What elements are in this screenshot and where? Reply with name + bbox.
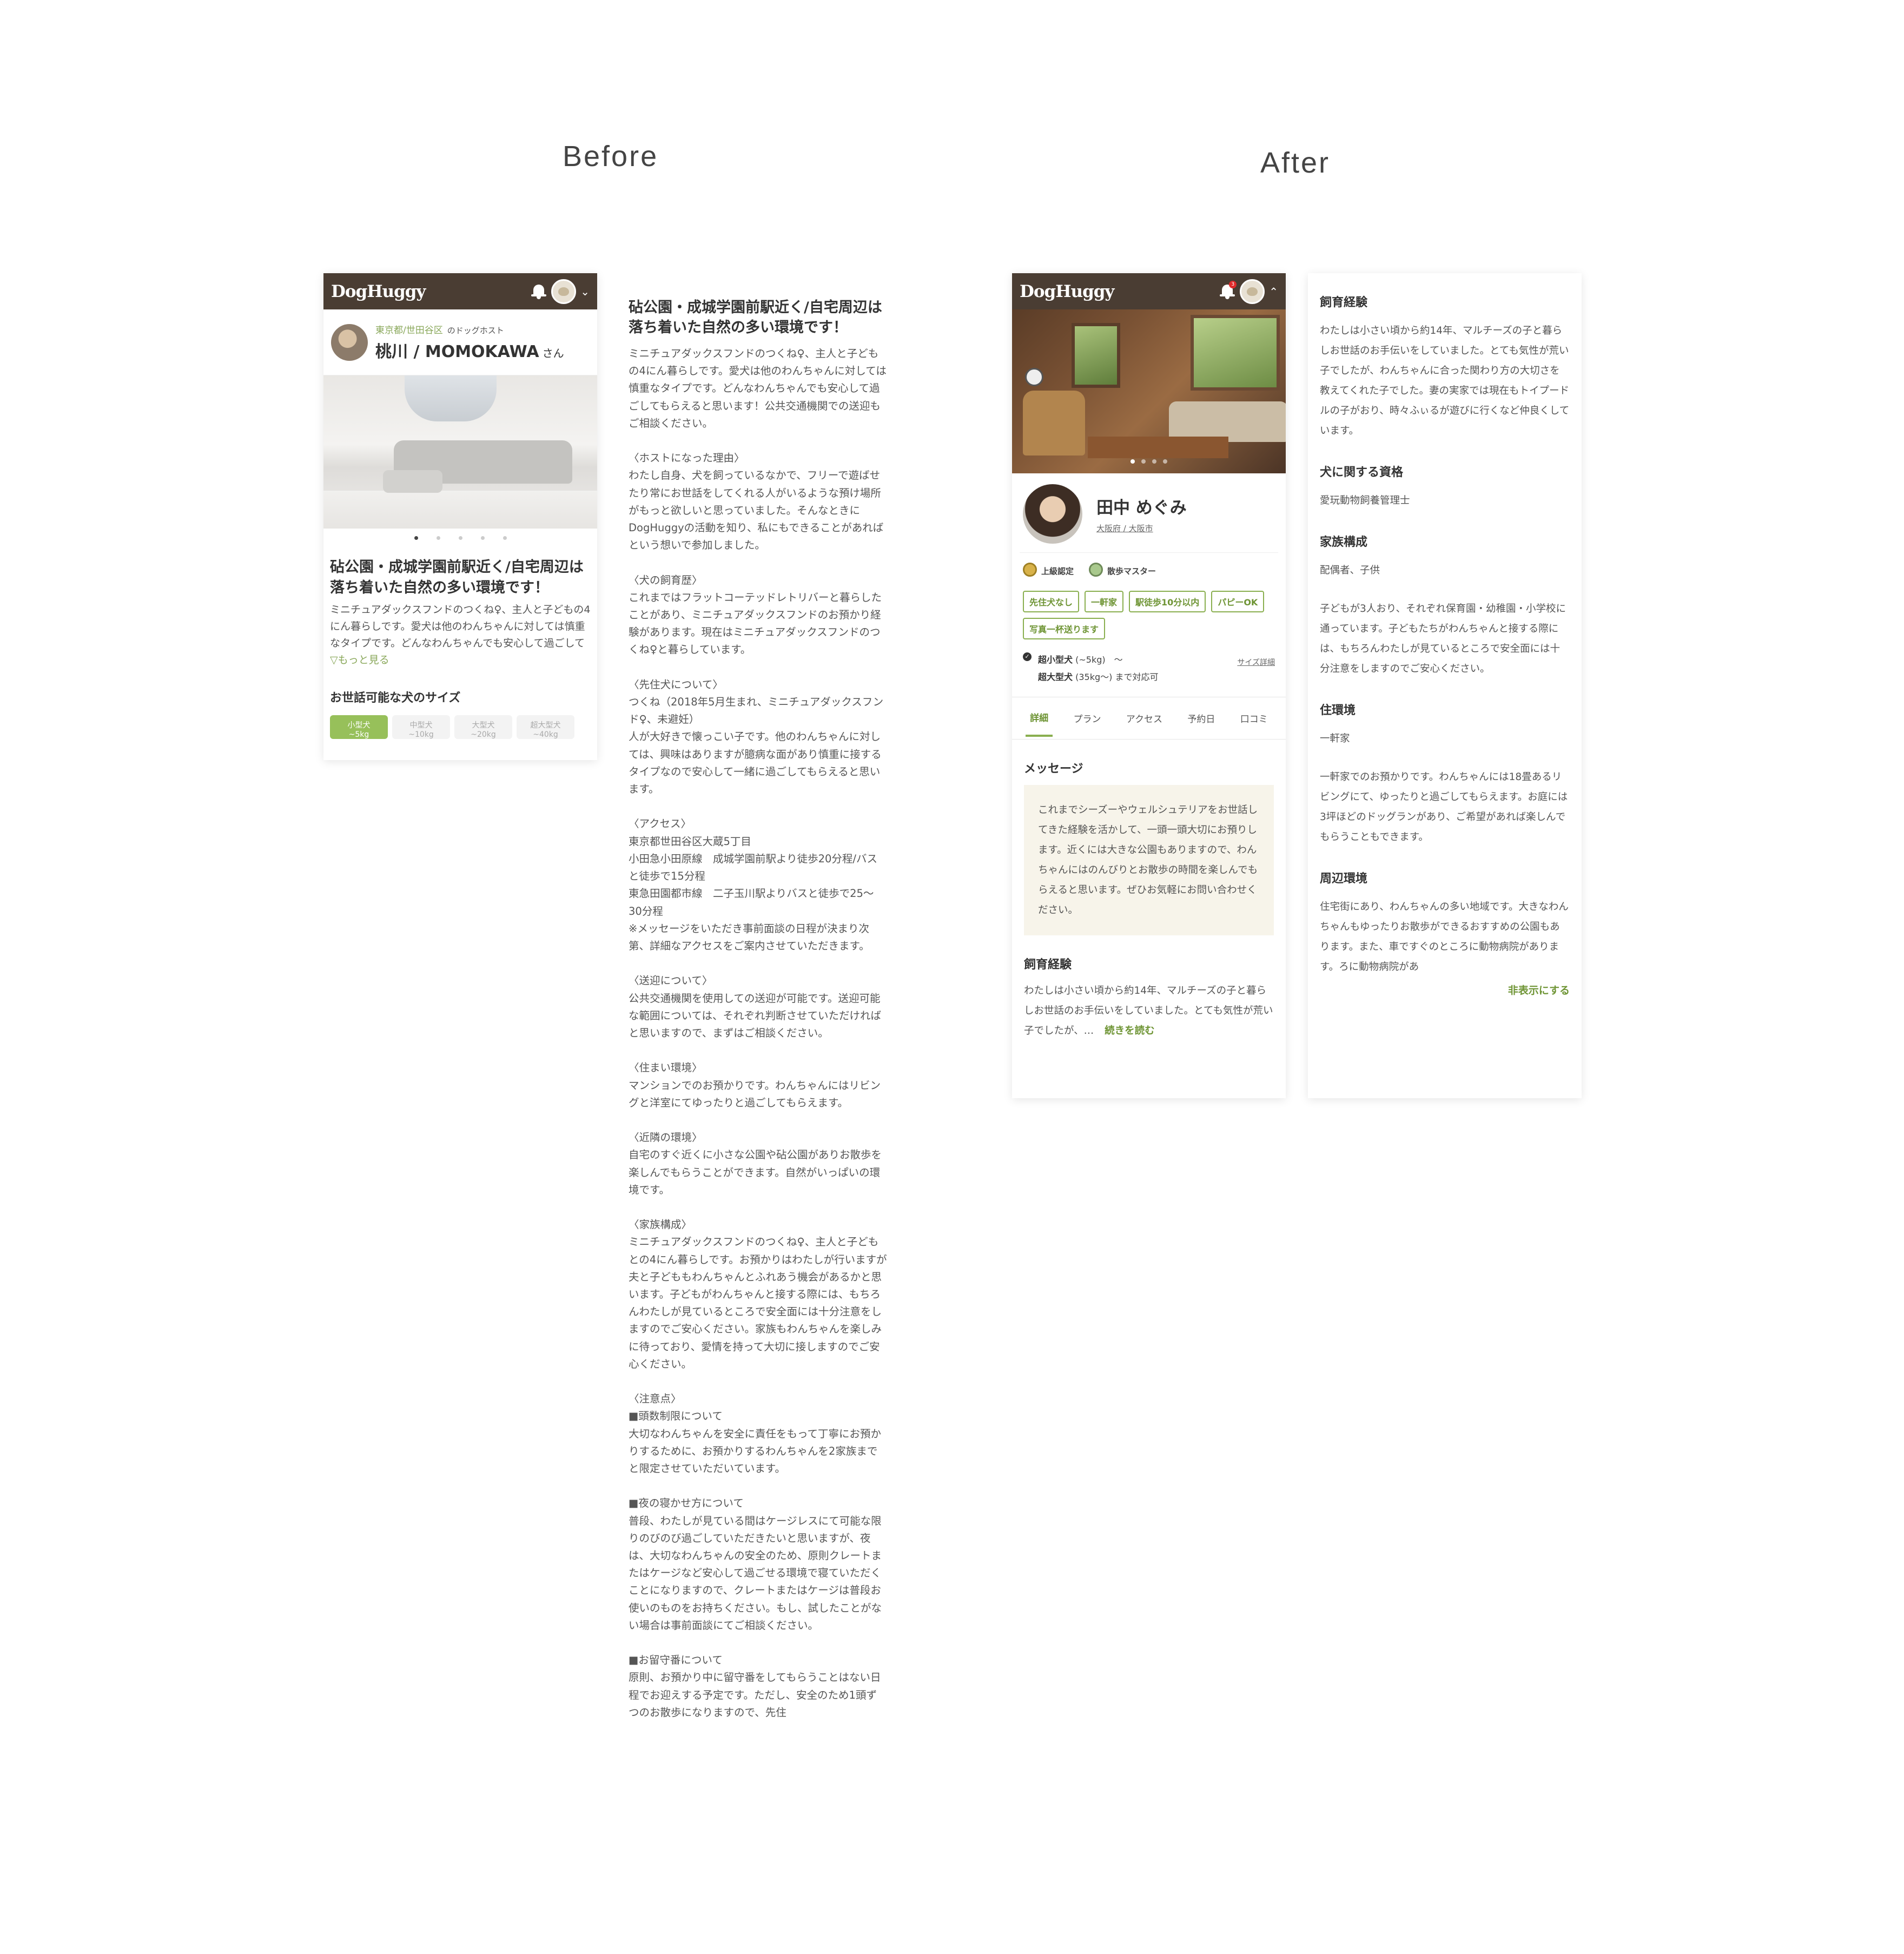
chevron-up-icon[interactable]: ⌃ bbox=[1269, 285, 1278, 298]
carousel-dots bbox=[1012, 459, 1286, 464]
badge-advanced: 上級認定 bbox=[1023, 563, 1074, 579]
size-tab-xlarge[interactable]: 超大型犬 ~40kg bbox=[517, 715, 574, 739]
qualification-text: 愛玩動物飼養管理士 bbox=[1320, 495, 1410, 506]
size-tab-large[interactable]: 大型犬 ~20kg bbox=[454, 715, 512, 739]
size-heading: お世話可能な犬のサイズ bbox=[330, 691, 461, 705]
house-note: 一軒家でのお預かりです。わんちゃんには18畳あるリビングにて、ゆったりと過ごして… bbox=[1320, 771, 1568, 843]
app-header: DogHuggy 3 ⌃ bbox=[1012, 273, 1286, 309]
carousel-dot[interactable] bbox=[1130, 459, 1135, 464]
check-icon: ✓ bbox=[1023, 652, 1032, 661]
host-avatar bbox=[331, 324, 368, 361]
medal-icon bbox=[1089, 563, 1103, 579]
notification-count: 3 bbox=[1229, 280, 1237, 288]
doghuggy-logo[interactable]: DogHuggy bbox=[1020, 282, 1114, 301]
carousel-dot[interactable] bbox=[1163, 459, 1167, 464]
before-full-text: 砧公園・成城学園前駅近く/自宅周辺は落ち着いた自然の多い環境です！ ミニチュアダ… bbox=[629, 298, 887, 1721]
host-name: 田中 めぐみ bbox=[1096, 498, 1187, 518]
host-area-link[interactable]: 大阪府 / 大阪市 bbox=[1096, 523, 1187, 534]
area-text: 住宅街にあり、わんちゃんの多い地域です。大きなわんちゃんもゆったりお散歩ができる… bbox=[1320, 901, 1569, 973]
family-text: 配偶者、子供 bbox=[1320, 565, 1380, 576]
experience-heading: 飼育経験 bbox=[1320, 296, 1368, 309]
room-photo[interactable] bbox=[323, 375, 597, 529]
host-name-suffix: さん bbox=[542, 347, 564, 360]
carousel-dot[interactable] bbox=[503, 536, 507, 540]
size-tab-medium[interactable]: 中型犬 ~10kg bbox=[392, 715, 450, 739]
before-phone-screen: DogHuggy ⌄ 東京都/世田谷区 のドッグホスト 桃川 / MOMOKAWA… bbox=[323, 273, 597, 760]
full-body: ミニチュアダックスフンドのつくね♀、主人と子どもの4にん暮らしです。愛犬は他のわ… bbox=[629, 347, 887, 1719]
room-photo[interactable] bbox=[1012, 309, 1286, 473]
user-avatar[interactable] bbox=[551, 279, 577, 304]
experience-preview: わたしは小さい頃から約14年、マルチーズの子と暮らしお世話のお手伝いをしていまし… bbox=[1024, 985, 1273, 1037]
carousel-dot[interactable] bbox=[1152, 459, 1156, 464]
message-heading: メッセージ bbox=[1024, 762, 1083, 776]
chevron-down-icon[interactable]: ⌄ bbox=[580, 285, 590, 298]
qualification-heading: 犬に関する資格 bbox=[1320, 466, 1404, 479]
feature-tag: 一軒家 bbox=[1085, 591, 1124, 612]
listing-intro: ミニチュアダックスフンドのつくね♀、主人と子どもの4にん暮らしです。愛犬は他のわ… bbox=[330, 604, 591, 649]
after-phone-screen: DogHuggy 3 ⌃ 田中 めぐみ 大阪府 / 大阪市 上級認定 散歩マスタ… bbox=[1012, 273, 1286, 1098]
doghuggy-logo[interactable]: DogHuggy bbox=[331, 282, 426, 301]
medal-icon bbox=[1023, 563, 1037, 579]
host-role: のドッグホスト bbox=[447, 326, 504, 335]
host-area[interactable]: 東京都/世田谷区 bbox=[375, 325, 443, 336]
size-tabs: 小型犬 ~5kg 中型犬 ~10kg 大型犬 ~20kg 超大型犬 ~40kg bbox=[323, 715, 597, 739]
tab-details[interactable]: 詳細 bbox=[1026, 699, 1053, 737]
full-title: 砧公園・成城学園前駅近く/自宅周辺は落ち着いた自然の多い環境です！ bbox=[629, 299, 882, 336]
family-note: 子どもが3人おり、それぞれ保育園・幼稚園・小学校に通っています。子どもたちがわん… bbox=[1320, 603, 1566, 675]
badge-walk-master: 散歩マスター bbox=[1089, 563, 1156, 579]
hide-link[interactable]: 非表示にする bbox=[1320, 982, 1570, 997]
host-avatar bbox=[1023, 484, 1082, 544]
feature-tag: 駅徒歩10分以内 bbox=[1129, 591, 1206, 612]
message-box: これまでシーズーやウェルシュテリアをお世話してきた経験を活かして、一頭一頭大切に… bbox=[1024, 785, 1274, 935]
app-header: DogHuggy ⌄ bbox=[323, 273, 597, 309]
carousel-dot[interactable] bbox=[1141, 459, 1146, 464]
carousel-dots bbox=[323, 529, 597, 547]
area-heading: 周辺環境 bbox=[1320, 872, 1368, 886]
after-label: After bbox=[1260, 147, 1331, 179]
feature-tag: 写真一杯送ります bbox=[1023, 618, 1106, 639]
read-more-link[interactable]: 続きを読む bbox=[1105, 1025, 1155, 1037]
tab-calendar[interactable]: 予約日 bbox=[1183, 701, 1219, 736]
tab-access[interactable]: アクセス bbox=[1122, 701, 1167, 736]
house-heading: 住環境 bbox=[1320, 704, 1356, 717]
user-avatar[interactable] bbox=[1240, 279, 1265, 304]
carousel-dot[interactable] bbox=[414, 536, 418, 540]
tab-plan[interactable]: プラン bbox=[1069, 701, 1106, 736]
feature-tags: 先住犬なし 一軒家 駅徒歩10分以内 パピーOK 写真一杯送ります bbox=[1012, 589, 1286, 645]
size-tab-small[interactable]: 小型犬 ~5kg bbox=[330, 715, 388, 739]
experience-heading: 飼育経験 bbox=[1024, 958, 1072, 972]
family-heading: 家族構成 bbox=[1320, 536, 1368, 549]
feature-tag: 先住犬なし bbox=[1023, 591, 1080, 612]
badges: 上級認定 散歩マスター bbox=[1012, 553, 1286, 589]
carousel-dot[interactable] bbox=[458, 536, 462, 540]
listing-title: 砧公園・成城学園前駅近く/自宅周辺は落ち着いた自然の多い環境です！ bbox=[330, 559, 584, 596]
feature-tag: パピーOK bbox=[1211, 591, 1265, 612]
size-detail-link[interactable]: サイズ詳細 bbox=[1237, 657, 1275, 686]
bell-icon[interactable] bbox=[531, 283, 547, 300]
carousel-dot[interactable] bbox=[480, 536, 485, 540]
before-label: Before bbox=[563, 140, 659, 173]
bell-icon[interactable]: 3 bbox=[1219, 280, 1237, 300]
detail-tabs: 詳細 プラン アクセス 予約日 口コミ bbox=[1012, 697, 1286, 740]
house-text: 一軒家 bbox=[1320, 733, 1350, 744]
host-name: 桃川 / MOMOKAWA bbox=[375, 342, 539, 361]
experience-text: わたしは小さい頃から約14年、マルチーズの子と暮らしお世話のお手伝いをしていまし… bbox=[1320, 325, 1570, 437]
host-header: 東京都/世田谷区 のドッグホスト 桃川 / MOMOKAWA さん bbox=[323, 309, 597, 375]
clock-icon bbox=[1025, 368, 1043, 386]
after-expanded-panel: 飼育経験 わたしは小さい頃から約14年、マルチーズの子と暮らしお世話のお手伝いを… bbox=[1308, 273, 1582, 1098]
tab-reviews[interactable]: 口コミ bbox=[1236, 701, 1272, 736]
host-profile: 田中 めぐみ 大阪府 / 大阪市 bbox=[1020, 473, 1278, 553]
show-more-link[interactable]: ▽もっと見る bbox=[323, 652, 597, 666]
carousel-dot[interactable] bbox=[436, 536, 440, 540]
size-range: ✓ 超小型犬 (~5kg) 〜 超大型犬 (35kg〜) まで対応可 サイズ詳細 bbox=[1012, 645, 1286, 697]
